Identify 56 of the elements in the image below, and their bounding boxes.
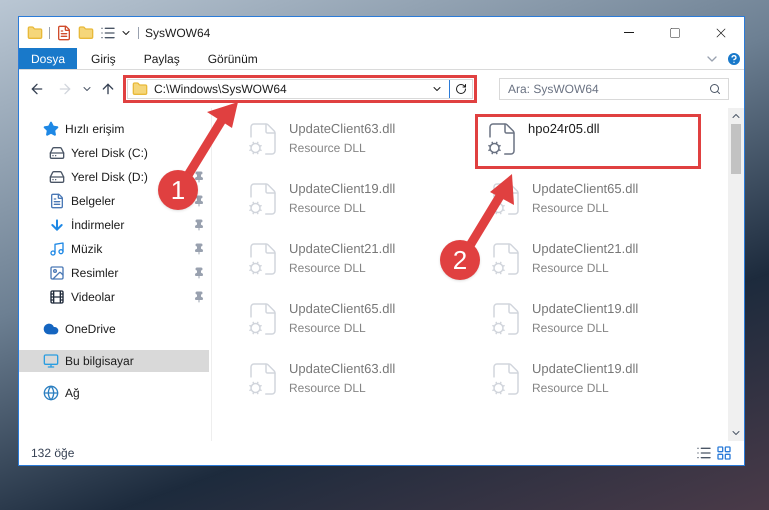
window-title: SysWOW64 — [145, 24, 210, 42]
ribbon-tab[interactable]: Paylaş — [130, 48, 194, 69]
sidebar-item[interactable]: Resimler — [19, 262, 209, 284]
up-icon[interactable] — [100, 81, 116, 97]
film-icon — [49, 289, 65, 305]
folder-icon — [132, 81, 148, 97]
help-icon[interactable] — [726, 50, 742, 66]
pin-icon[interactable] — [193, 267, 205, 279]
sidebar-item[interactable]: OneDrive — [19, 318, 209, 340]
view-icon[interactable] — [100, 24, 116, 40]
search-icon — [709, 83, 721, 95]
file-item[interactable]: UpdateClient19.dll Resource DLL — [488, 297, 638, 346]
minimize-icon — [624, 32, 634, 33]
address-path: C:\Windows\SysWOW64 — [154, 81, 287, 98]
sidebar-item[interactable]: Bu bilgisayar — [19, 350, 209, 372]
monitor-icon — [43, 353, 59, 369]
sidebar-item[interactable]: Hızlı erişim — [19, 118, 209, 140]
globe-icon — [43, 385, 59, 401]
pin-icon[interactable] — [193, 243, 205, 255]
scroll-thumb[interactable] — [731, 124, 741, 174]
details-view-icon[interactable] — [696, 445, 712, 461]
file-item[interactable]: UpdateClient19.dll Resource DLL — [245, 177, 396, 226]
file-item[interactable]: UpdateClient19.dll Resource DLL — [488, 357, 638, 406]
file-item[interactable]: UpdateClient21.dll Resource DLL — [488, 237, 638, 286]
back-icon[interactable] — [29, 81, 45, 97]
item-count: 132 öğe — [31, 445, 76, 462]
pin-icon[interactable] — [193, 219, 205, 231]
music-note-icon — [49, 241, 65, 257]
pin-icon[interactable] — [193, 171, 205, 183]
ribbon-tab[interactable]: Görünüm — [194, 48, 272, 69]
cloud-icon — [43, 321, 59, 337]
sidebar-item[interactable]: Müzik — [19, 238, 209, 260]
file-item[interactable]: UpdateClient65.dll Resource DLL — [245, 297, 396, 346]
sidebar-item[interactable]: Videolar — [19, 286, 209, 308]
drive-icon — [49, 145, 65, 161]
pin-icon[interactable] — [193, 291, 205, 303]
file-item[interactable]: UpdateClient63.dll Resource DLL — [245, 117, 396, 166]
pin-icon[interactable] — [193, 195, 205, 207]
file-item[interactable]: UpdateClient63.dll Resource DLL — [245, 357, 396, 406]
search-field[interactable]: Ara: SysWOW64 — [499, 78, 729, 100]
address-field[interactable]: C:\Windows\SysWOW64 — [127, 79, 473, 99]
file-item[interactable]: hpo24r05.dll — [484, 117, 600, 166]
star-icon — [43, 121, 59, 137]
sidebar-item[interactable]: Ağ — [19, 382, 209, 404]
picture-icon — [49, 265, 65, 281]
scrollbar[interactable] — [728, 108, 744, 441]
sidebar-item[interactable]: İndirmeler — [19, 214, 209, 236]
document-icon — [49, 193, 65, 209]
sidebar-item[interactable]: Yerel Disk (C:) — [19, 142, 209, 164]
large-icons-view-icon[interactable] — [716, 445, 732, 461]
ribbon-tab[interactable]: Giriş — [77, 48, 130, 69]
file-item[interactable]: UpdateClient21.dll Resource DLL — [245, 237, 396, 286]
maximize-icon — [669, 26, 681, 38]
refresh-icon[interactable] — [455, 83, 467, 95]
ribbon-tab[interactable]: Dosya — [19, 48, 78, 69]
drive-icon — [49, 169, 65, 185]
